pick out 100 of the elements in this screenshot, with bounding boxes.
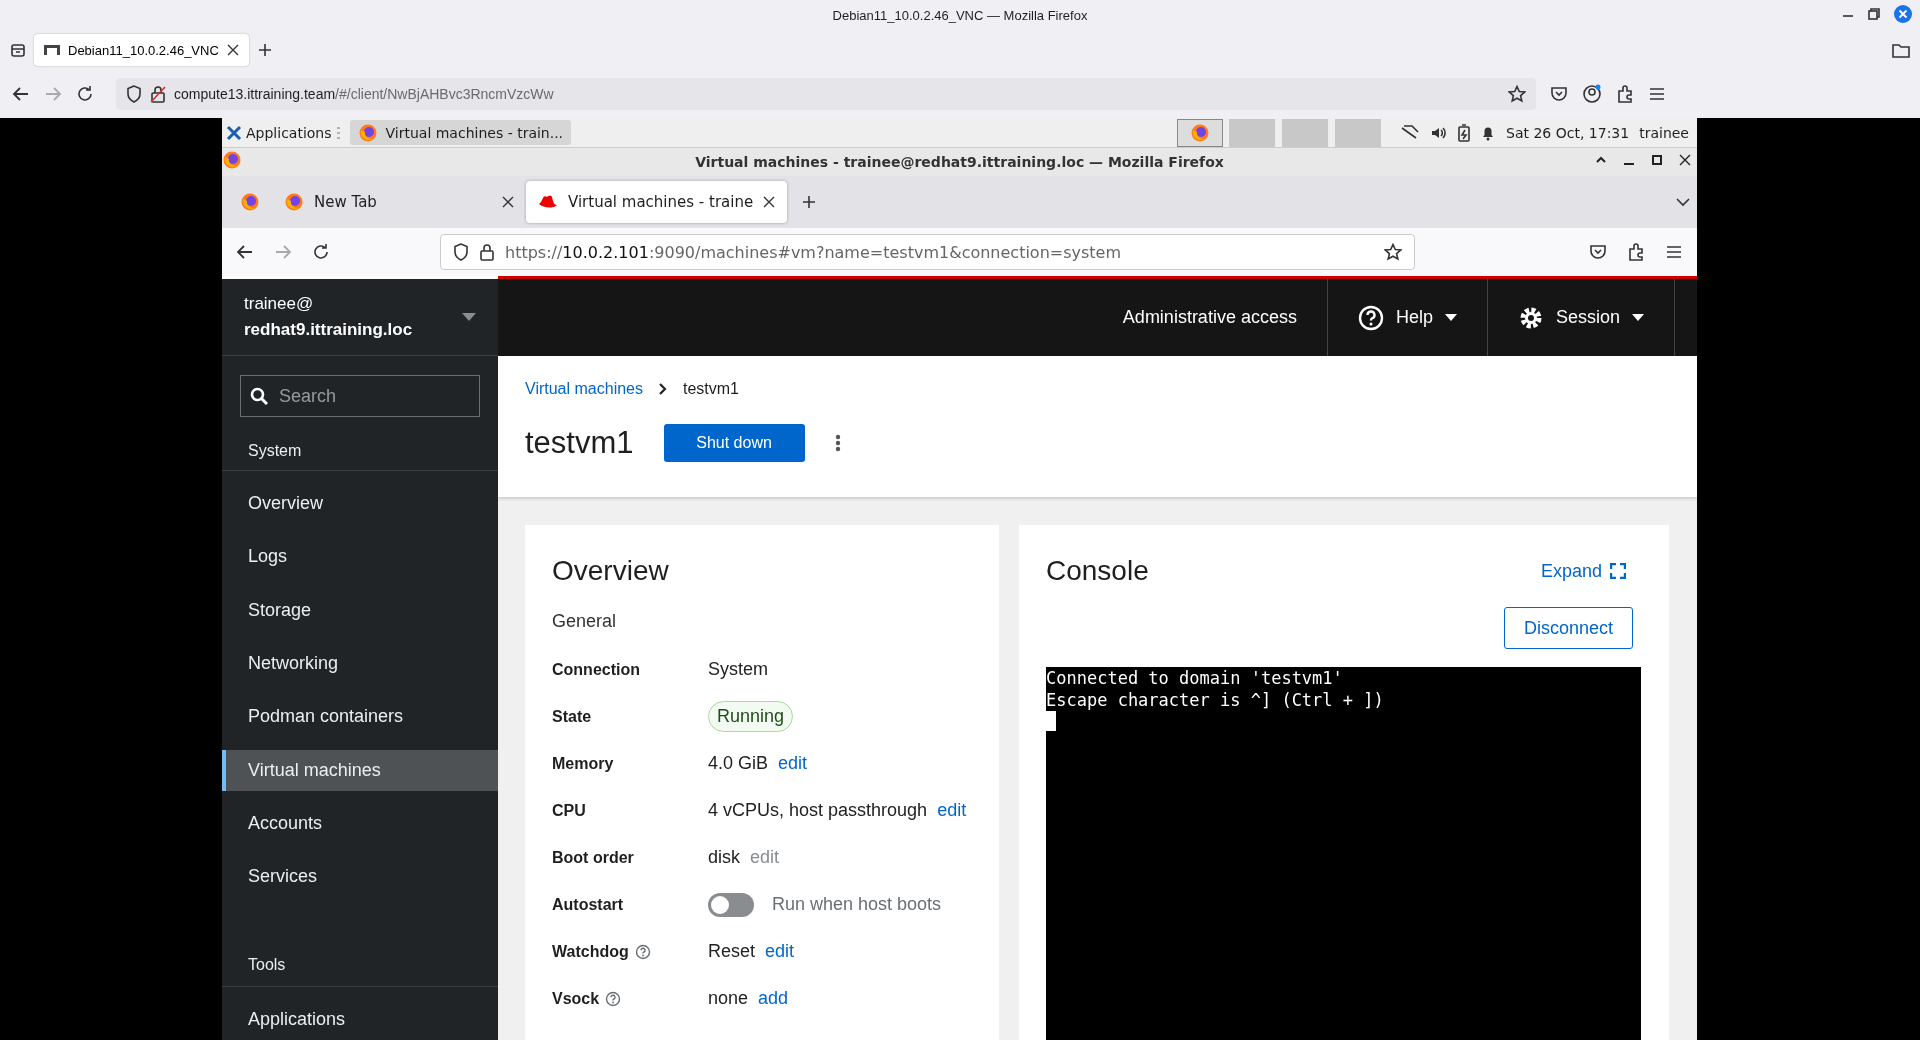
nav-item[interactable]: Logs bbox=[222, 536, 498, 578]
star-icon[interactable] bbox=[1384, 243, 1402, 261]
browser-logo-icon[interactable] bbox=[357, 122, 378, 143]
close-icon[interactable] bbox=[763, 196, 776, 208]
search-icon bbox=[250, 387, 268, 405]
lock-icon bbox=[479, 243, 495, 261]
close-icon[interactable] bbox=[226, 44, 239, 56]
disconnect-button[interactable]: Disconnect bbox=[1504, 607, 1633, 649]
browser-tab[interactable]: Virtual machines - traine bbox=[526, 181, 788, 223]
edit-link: edit bbox=[750, 847, 780, 868]
browser-logo-icon[interactable] bbox=[1190, 122, 1211, 143]
new-tab-icon[interactable] bbox=[256, 42, 273, 58]
url-text: compute13.ittraining.team/#/client/NwBjAHBvc3RncmVzcWw bbox=[174, 86, 554, 102]
browser-tab[interactable]: New Tab bbox=[272, 181, 526, 223]
edit-link[interactable]: edit bbox=[937, 800, 967, 821]
browser-tab[interactable]: Debian11_10.0.2.46_VNC bbox=[34, 34, 249, 66]
maximize-icon[interactable] bbox=[1651, 154, 1663, 166]
field-label: CPU bbox=[552, 801, 586, 820]
field-label: Boot order bbox=[552, 848, 634, 867]
fullscreen-icon bbox=[1610, 563, 1626, 579]
new-tab-icon[interactable] bbox=[801, 194, 818, 210]
shield-icon bbox=[126, 85, 142, 103]
field-label: Memory bbox=[552, 754, 614, 773]
edit-link[interactable]: edit bbox=[765, 941, 795, 962]
field-value: System bbox=[708, 659, 768, 680]
breadcrumb-link[interactable]: Virtual machines bbox=[525, 380, 643, 398]
field-label: Autostart bbox=[552, 895, 624, 914]
hat-icon bbox=[538, 194, 558, 210]
extensions-icon[interactable] bbox=[1627, 243, 1645, 261]
lock-icon bbox=[150, 85, 166, 103]
account-icon[interactable] bbox=[1582, 84, 1602, 104]
caret-down-icon bbox=[1444, 314, 1457, 321]
breadcrumb-current: testvm1 bbox=[683, 380, 739, 398]
field-value: disk bbox=[708, 847, 740, 868]
browser-logo-icon[interactable] bbox=[240, 192, 260, 212]
clock[interactable]: Sat 26 Oct, 17:31 bbox=[1506, 124, 1630, 141]
pocket-icon[interactable] bbox=[1589, 243, 1607, 261]
nav-item[interactable]: Overview bbox=[222, 483, 498, 525]
edit-link[interactable]: edit bbox=[778, 753, 808, 774]
url-text: https://10.0.2.101:9090/machines#vm?name=testvm1&connection=system bbox=[505, 242, 1122, 262]
nav-item[interactable]: Accounts bbox=[222, 802, 498, 845]
help-icon[interactable] bbox=[634, 943, 651, 960]
host-switcher[interactable]: trainee@ redhat9.ittraining.loc bbox=[222, 279, 498, 356]
help-icon[interactable] bbox=[605, 990, 622, 1007]
administrative-access-button[interactable]: Administrative access bbox=[1092, 279, 1327, 356]
nav-item[interactable]: Storage bbox=[222, 589, 498, 631]
field-value: 4.0 GiB bbox=[708, 753, 769, 774]
close-icon[interactable] bbox=[1679, 154, 1691, 166]
caret-down-icon bbox=[1632, 314, 1644, 321]
xfce-logo-icon bbox=[226, 124, 242, 141]
add-link[interactable]: add bbox=[758, 988, 789, 1009]
card-title: Console bbox=[1046, 555, 1149, 587]
field-label: Connection bbox=[552, 660, 640, 679]
close-icon[interactable] bbox=[502, 196, 514, 208]
menu-icon[interactable] bbox=[1665, 243, 1683, 261]
nav-item[interactable]: Networking bbox=[222, 643, 498, 685]
browser-logo-icon[interactable] bbox=[222, 150, 242, 170]
address-bar[interactable]: compute13.ittraining.team/#/client/NwBjAHBvc3RncmVzcWw bbox=[116, 78, 1536, 110]
applications-menu[interactable]: Applications bbox=[222, 124, 344, 141]
restore-icon[interactable] bbox=[1868, 8, 1880, 20]
nav-item[interactable]: Services bbox=[222, 856, 498, 898]
section-heading: General bbox=[552, 611, 618, 632]
user-name[interactable]: trainee bbox=[1639, 124, 1689, 141]
nav-item[interactable]: Applications bbox=[222, 998, 498, 1040]
browser-logo-icon[interactable] bbox=[284, 192, 304, 212]
card-title: Overview bbox=[552, 555, 670, 587]
search-field[interactable]: Search bbox=[240, 375, 480, 417]
autostart-toggle[interactable] bbox=[708, 892, 754, 917]
reload-icon[interactable] bbox=[312, 243, 330, 261]
back-icon[interactable] bbox=[12, 85, 30, 103]
tab-list-icon[interactable] bbox=[10, 42, 26, 58]
pocket-icon[interactable] bbox=[1550, 85, 1568, 103]
expand-button[interactable]: Expand bbox=[1540, 560, 1626, 582]
taskbar-window-button[interactable]: Virtual machines - train... bbox=[349, 120, 572, 145]
battery-icon[interactable] bbox=[1458, 123, 1471, 142]
menu-icon[interactable] bbox=[1648, 85, 1666, 103]
nav-item[interactable]: Podman containers bbox=[222, 696, 498, 738]
separator-icon bbox=[335, 125, 340, 140]
nav-item[interactable]: Virtual machines bbox=[222, 749, 498, 791]
field-label: State bbox=[552, 707, 592, 726]
back-icon[interactable] bbox=[236, 243, 254, 261]
caret-down-icon bbox=[462, 313, 476, 321]
folder-icon[interactable] bbox=[1892, 42, 1910, 58]
workspace-button[interactable] bbox=[1177, 118, 1224, 147]
field-value: none bbox=[708, 988, 749, 1009]
address-bar[interactable]: https://10.0.2.101:9090/machines#vm?name=testvm1&connection=system bbox=[440, 234, 1415, 270]
toggle-label: Run when host boots bbox=[772, 894, 942, 915]
volume-icon[interactable] bbox=[1430, 124, 1449, 141]
site-icon bbox=[44, 44, 60, 56]
extensions-icon[interactable] bbox=[1616, 85, 1634, 103]
field-label: Watchdog bbox=[552, 942, 629, 961]
window-title: Debian11_10.0.2.46_VNC — Mozilla Firefox bbox=[832, 7, 1088, 23]
help-icon bbox=[1357, 304, 1384, 331]
reload-icon[interactable] bbox=[76, 85, 94, 103]
shut-down-button[interactable]: Shut down bbox=[663, 424, 805, 462]
kebab-menu-icon[interactable] bbox=[834, 434, 841, 452]
window-title: Virtual machines - trainee@redhat9.ittraining.loc — Mozilla Firefox bbox=[695, 154, 1224, 170]
star-icon[interactable] bbox=[1508, 85, 1526, 103]
status-badge: Running bbox=[708, 701, 794, 732]
field-value: Reset bbox=[708, 941, 756, 962]
